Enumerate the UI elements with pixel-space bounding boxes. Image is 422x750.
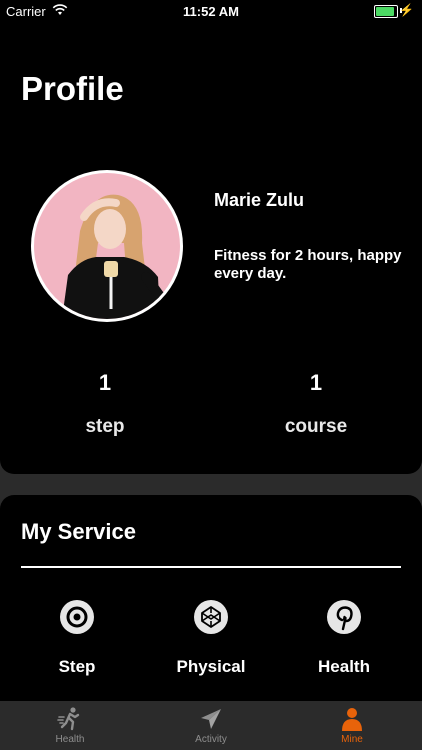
service-label: Health xyxy=(318,657,370,676)
service-item-step[interactable]: Step xyxy=(17,599,137,677)
person-icon xyxy=(342,708,362,731)
avatar[interactable] xyxy=(31,170,183,322)
tab-label: Health xyxy=(55,734,85,745)
paper-plane-icon xyxy=(201,709,221,729)
service-label: Step xyxy=(58,657,96,676)
status-bar: Carrier 11:52 AM ⚡ xyxy=(0,0,422,24)
battery-level xyxy=(376,7,394,16)
stat-step[interactable]: 1 step xyxy=(25,370,185,438)
section-title: My Service xyxy=(21,519,136,544)
tab-label: Activity xyxy=(195,734,227,745)
user-name: Marie Zulu xyxy=(214,190,305,210)
pinterest-icon xyxy=(327,600,361,634)
tab-label: Mine xyxy=(341,734,363,745)
target-icon xyxy=(60,600,94,634)
profile-card: Profile Marie Zulu Fitness for 2 hours, … xyxy=(0,24,422,474)
stat-label: course xyxy=(284,416,348,437)
status-time: 11:52 AM xyxy=(183,4,239,19)
running-icon xyxy=(57,707,80,731)
divider xyxy=(21,566,401,568)
tab-bar: Health Activity Mine xyxy=(0,701,422,750)
service-item-health[interactable]: Health xyxy=(284,599,404,677)
avatar-image xyxy=(34,173,180,319)
battery-icon xyxy=(374,5,398,18)
tab-health[interactable]: Health xyxy=(0,701,140,750)
service-item-physical[interactable]: Physical xyxy=(151,599,271,677)
stat-label: step xyxy=(85,416,125,437)
page-title: Profile xyxy=(21,70,124,107)
tab-mine[interactable]: Mine xyxy=(282,701,422,750)
user-bio: Fitness for 2 hours, happy every day. xyxy=(214,247,402,282)
service-label: Physical xyxy=(176,657,246,676)
stat-value: 1 xyxy=(98,370,112,395)
stat-value: 1 xyxy=(309,370,323,395)
codepen-icon xyxy=(194,600,228,634)
service-card: My Service Step Physical Health xyxy=(0,495,422,701)
stat-course[interactable]: 1 course xyxy=(236,370,396,438)
avatar-photo xyxy=(34,173,180,319)
tab-activity[interactable]: Activity xyxy=(141,701,281,750)
charging-icon: ⚡ xyxy=(399,3,414,17)
